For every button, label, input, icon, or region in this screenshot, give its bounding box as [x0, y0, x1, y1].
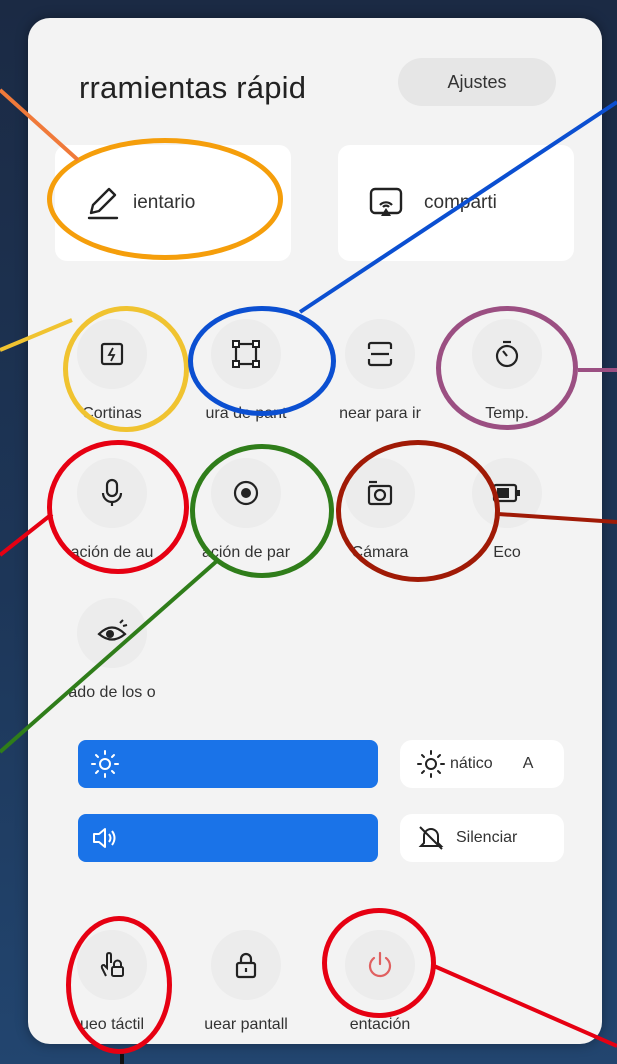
tile-label: ación de au	[70, 544, 154, 561]
settings-button[interactable]: Ajustes	[398, 58, 556, 106]
speaker-icon	[93, 828, 116, 848]
mute-button[interactable]: Silenciar	[400, 814, 564, 862]
volume-slider[interactable]	[78, 814, 378, 862]
stopwatch-icon	[495, 340, 519, 368]
eye-icon	[97, 619, 128, 641]
share-card[interactable]: comparti	[338, 145, 574, 261]
tile-screen-record[interactable]: ación de par	[186, 458, 306, 562]
tile-label: ación de par	[201, 544, 291, 561]
tile-camera[interactable]: Cámara	[320, 458, 440, 562]
page-title: rramientas rápid	[79, 70, 307, 105]
tile-audio-record[interactable]: ación de au	[52, 458, 172, 562]
tile-screenshot[interactable]: ura de pant	[186, 319, 306, 423]
tile-eco[interactable]: Eco	[447, 458, 567, 562]
scan-icon	[367, 341, 393, 367]
record-icon	[233, 480, 259, 506]
sun-auto-icon	[417, 750, 445, 778]
screenshot-crop-icon	[232, 340, 260, 368]
tile-label: ueo táctil	[79, 1016, 145, 1033]
tile-label: Cortinas	[82, 405, 142, 422]
pencil-icon	[87, 187, 119, 220]
tile-label: near para ir	[339, 405, 421, 422]
brightness-slider[interactable]	[78, 740, 378, 788]
comment-card-label: ientario	[133, 192, 196, 213]
auto-brightness-button[interactable]: nático A	[400, 740, 564, 788]
tile-label: Cámara	[351, 544, 409, 561]
tile-label: Temp.	[485, 405, 529, 422]
microphone-icon	[101, 478, 123, 506]
tile-eye-care[interactable]: ado de los o	[52, 598, 172, 702]
tile-lock-screen[interactable]: uear pantall	[186, 930, 306, 1034]
tile-label: ura de pant	[205, 405, 287, 422]
tile-timer[interactable]: Temp.	[447, 319, 567, 423]
tile-scan[interactable]: near para ir	[320, 319, 440, 423]
battery-icon	[492, 483, 520, 503]
padlock-icon	[235, 952, 257, 979]
tile-touch-lock[interactable]: ueo táctil	[52, 930, 172, 1034]
camera-icon	[367, 480, 393, 506]
power-icon	[368, 951, 392, 978]
hand-lock-icon	[100, 951, 124, 977]
tile-label: Eco	[493, 544, 521, 561]
sun-icon	[91, 750, 119, 778]
share-card-label: comparti	[424, 192, 497, 213]
tile-label: ado de los o	[68, 684, 156, 701]
curtain-icon	[100, 342, 124, 366]
mute-label: Silenciar	[456, 829, 518, 846]
mute-bell-icon	[418, 826, 444, 850]
tile-label: entación	[349, 1016, 411, 1033]
tile-label: uear pantall	[204, 1016, 288, 1033]
comment-card[interactable]: ientario	[55, 145, 291, 261]
tile-power[interactable]: entación	[320, 930, 440, 1034]
auto-brightness-label: nático	[450, 755, 493, 772]
tile-curtains[interactable]: Cortinas	[52, 319, 172, 423]
screen-share-icon	[369, 187, 403, 216]
auto-brightness-value: A	[522, 755, 534, 772]
